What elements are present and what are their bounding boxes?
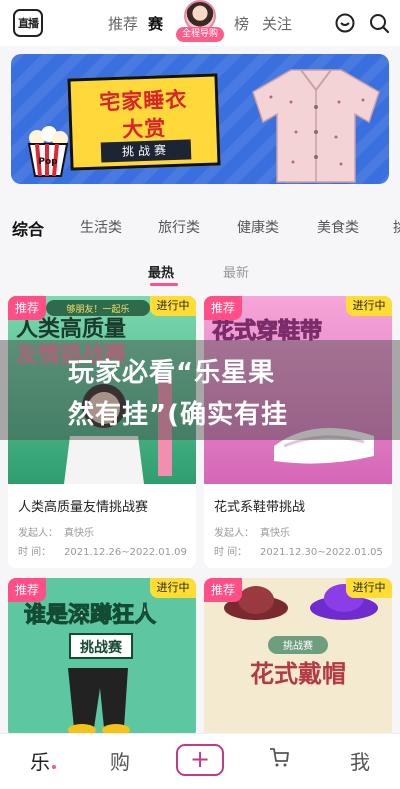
time-value: 2021.12.30~2022.01.05 bbox=[260, 547, 383, 558]
sort-newest[interactable]: 最新 bbox=[223, 262, 249, 281]
sort-hottest[interactable]: 最热 bbox=[148, 262, 174, 281]
tab-ranking[interactable]: 榜 bbox=[234, 13, 249, 34]
nav-shop[interactable]: 购 bbox=[110, 746, 130, 775]
status-badge: 进行中 bbox=[150, 578, 196, 598]
initiator-row: 发起人： 真快乐 bbox=[18, 524, 94, 539]
cart-icon[interactable] bbox=[268, 746, 290, 768]
create-button[interactable]: + bbox=[176, 744, 224, 776]
challenge-cover-image: 谁是深蹲狂人 挑战赛 bbox=[8, 578, 196, 738]
popcorn-icon: Pop bbox=[27, 126, 69, 177]
promo-overlay: 玩家必看“乐星果 然有挂”(确实有挂 bbox=[0, 340, 400, 440]
banner-tag: 挑战赛 bbox=[100, 139, 192, 163]
banner-title-box: 宅家睡衣 大赏 挑战赛 bbox=[67, 73, 221, 171]
pajama-shirt-image bbox=[252, 69, 380, 183]
nav-me[interactable]: 我 bbox=[350, 746, 370, 775]
recommend-badge: 推荐 bbox=[204, 578, 242, 602]
guide-avatar[interactable]: 全程导购 bbox=[176, 0, 224, 44]
time-row: 时 间： 2021.12.26~2022.01.09 bbox=[18, 543, 187, 558]
category-tabs: 综合 生活类 旅行类 健康类 美食类 挑 bbox=[0, 212, 400, 242]
search-icon[interactable] bbox=[368, 12, 390, 34]
initiator-value: 真快乐 bbox=[260, 528, 290, 539]
category-all[interactable]: 综合 bbox=[12, 216, 44, 240]
cover-line2: 花式戴帽 bbox=[250, 660, 346, 688]
cover-line1: 挑战赛 bbox=[283, 639, 313, 652]
time-row: 时 间： 2021.12.30~2022.01.05 bbox=[214, 543, 383, 558]
recommend-badge: 推荐 bbox=[8, 296, 46, 320]
active-dot bbox=[52, 765, 56, 769]
category-travel[interactable]: 旅行类 bbox=[158, 217, 200, 237]
recommend-badge: 推荐 bbox=[204, 296, 242, 320]
time-value: 2021.12.26~2022.01.09 bbox=[64, 547, 187, 558]
challenge-title: 人类高质量友情挑战赛 bbox=[18, 500, 149, 515]
category-food[interactable]: 美食类 bbox=[317, 217, 359, 237]
initiator-label: 发起人： bbox=[18, 528, 58, 539]
initiator-row: 发起人： 真快乐 bbox=[214, 524, 290, 539]
status-badge: 进行中 bbox=[150, 296, 196, 316]
promo-banner[interactable]: Pop 宅家睡衣 大赏 挑战赛 bbox=[11, 54, 389, 184]
time-label: 时 间： bbox=[18, 547, 52, 558]
live-logo[interactable]: 直播 bbox=[13, 9, 43, 37]
overlay-line2: 然有挂”(确实有挂 bbox=[68, 400, 288, 430]
category-life[interactable]: 生活类 bbox=[80, 217, 122, 237]
cover-line2: 挑战赛 bbox=[80, 639, 123, 656]
status-badge: 进行中 bbox=[346, 578, 392, 598]
time-label: 时 间： bbox=[214, 547, 248, 558]
category-health[interactable]: 健康类 bbox=[237, 217, 279, 237]
category-more[interactable]: 挑 bbox=[393, 217, 400, 237]
nav-le[interactable]: 乐 bbox=[30, 746, 50, 775]
popcorn-label: Pop bbox=[38, 157, 58, 167]
tab-follow[interactable]: 关注 bbox=[262, 13, 292, 34]
cover-top-text: 够朋友！一起乐 bbox=[66, 303, 129, 315]
guide-badge: 全程导购 bbox=[176, 27, 224, 42]
bottom-nav: 乐 购 + 我 bbox=[0, 733, 400, 789]
challenge-card[interactable]: 谁是深蹲狂人 挑战赛 推荐 进行中 bbox=[8, 578, 196, 738]
initiator-value: 真快乐 bbox=[64, 528, 94, 539]
sort-indicator bbox=[150, 283, 178, 286]
top-bar: 直播 推荐 赛 全程导购 榜 关注 bbox=[0, 0, 400, 46]
challenge-title: 花式系鞋带挑战 bbox=[214, 500, 306, 515]
challenge-card[interactable]: 挑战赛 花式戴帽 推荐 进行中 bbox=[204, 578, 392, 738]
initiator-label: 发起人： bbox=[214, 528, 254, 539]
challenge-cover-image: 挑战赛 花式戴帽 bbox=[204, 578, 392, 738]
smile-icon[interactable] bbox=[334, 12, 356, 34]
status-badge: 进行中 bbox=[346, 296, 392, 316]
cover-line1: 谁是深蹲狂人 bbox=[24, 602, 156, 628]
tab-recommend[interactable]: 推荐 bbox=[108, 13, 138, 34]
recommend-badge: 推荐 bbox=[8, 578, 46, 602]
overlay-line1: 玩家必看“乐星果 bbox=[68, 358, 276, 388]
tab-contest[interactable]: 赛 bbox=[148, 13, 163, 34]
